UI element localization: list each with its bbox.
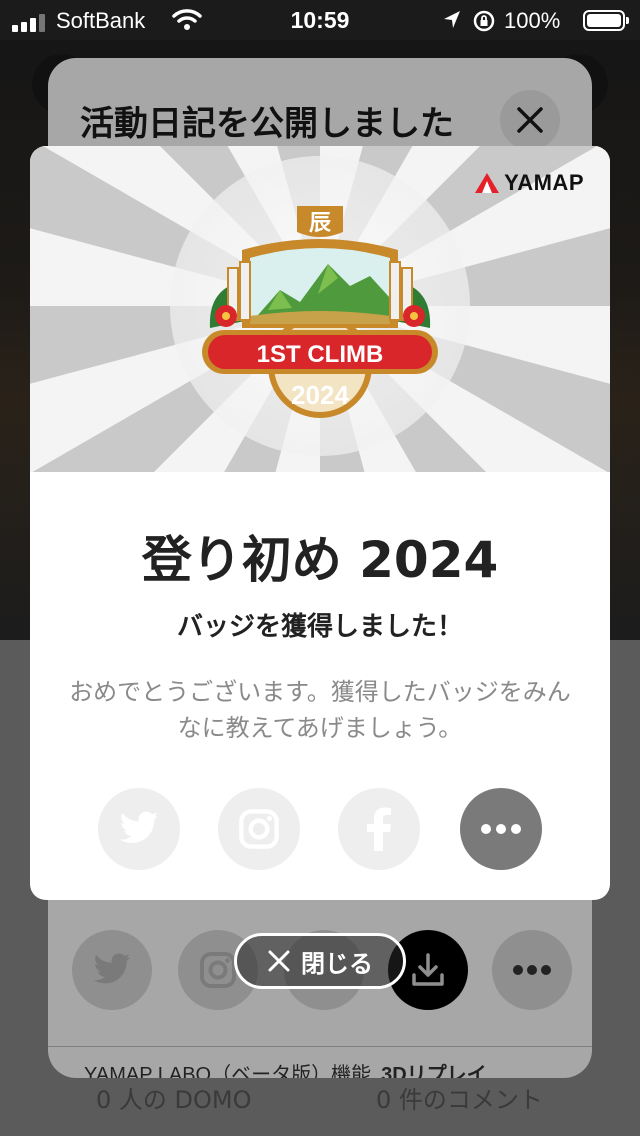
instagram-icon <box>239 809 279 849</box>
yamap-mountain-icon <box>475 173 500 193</box>
yamap-logo: YAMAP <box>474 170 584 196</box>
yamap-logo-text: YAMAP <box>504 170 584 195</box>
more-icon <box>481 824 521 834</box>
badge-description: おめでとうございます。獲得したバッジをみんなに教えてあげましょう。 <box>69 678 571 742</box>
labo-label: YAMAP LABO（ベータ版）機能 <box>84 1064 372 1078</box>
badge-subtitle: バッジを獲得しました！ <box>176 612 463 642</box>
labo-feature-row[interactable]: YAMAP LABO（ベータ版）機能 3Dリプレイ <box>84 1058 487 1078</box>
twitter-icon <box>119 811 159 844</box>
sheet-more-button[interactable] <box>492 930 572 1010</box>
sheet-twitter-button[interactable] <box>72 930 152 1010</box>
sheet-close-button[interactable] <box>500 90 560 150</box>
rotation-lock-icon <box>472 9 496 37</box>
badge-modal: YAMAP 辰 1ST CLIMB 2024 登り初め 2024 バッジを獲得し… <box>30 146 610 900</box>
facebook-share-button[interactable] <box>338 788 420 870</box>
status-bar: SoftBank 10:59 100% <box>0 0 640 40</box>
instagram-share-button[interactable] <box>218 788 300 870</box>
divider <box>48 1046 592 1047</box>
share-row <box>98 788 542 870</box>
badge-ribbon: 1ST CLIMB <box>257 341 384 368</box>
instagram-icon <box>200 952 236 988</box>
close-button[interactable]: 閉じる <box>234 933 406 989</box>
facebook-icon <box>367 807 391 851</box>
badge-title: 登り初め 2024 <box>141 531 499 589</box>
replay-label: 3Dリプレイ <box>381 1064 487 1078</box>
badge-kanji: 辰 <box>309 211 331 236</box>
activity-stats: 0 人の DOMO 0 件のコメント <box>0 1080 640 1116</box>
twitter-share-button[interactable] <box>98 788 180 870</box>
badge-year: 2024 <box>291 380 349 410</box>
more-icon <box>513 965 551 975</box>
battery-icon <box>583 10 629 31</box>
comment-count[interactable]: 0 件のコメント <box>376 1080 543 1115</box>
first-climb-badge: 辰 1ST CLIMB 2024 <box>202 206 438 418</box>
close-button-label: 閉じる <box>301 949 373 978</box>
badge-hero: YAMAP 辰 1ST CLIMB 2024 <box>30 146 610 472</box>
download-icon <box>412 953 444 986</box>
sheet-title: 活動日記を公開しました <box>80 104 454 144</box>
location-arrow-icon <box>442 9 462 35</box>
domo-count[interactable]: 0 人の DOMO <box>96 1080 252 1115</box>
twitter-icon <box>93 953 131 984</box>
more-share-button[interactable] <box>460 788 542 870</box>
battery-percent: 100% <box>504 8 561 33</box>
close-icon <box>268 950 290 972</box>
close-icon <box>517 107 543 133</box>
